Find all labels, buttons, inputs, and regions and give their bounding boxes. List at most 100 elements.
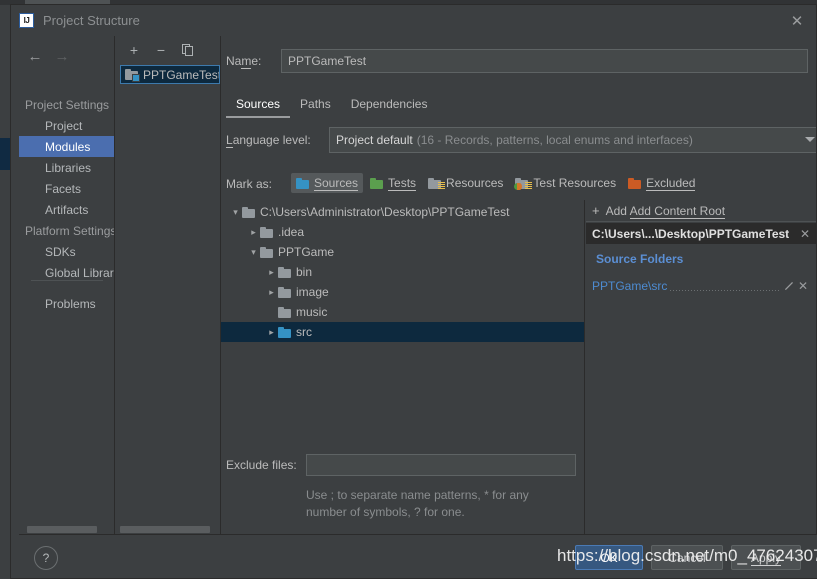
close-icon[interactable]: ✕ (784, 10, 810, 32)
tree-item-label: bin (296, 265, 313, 279)
table-row[interactable]: ▸ src (221, 322, 584, 342)
apply-button[interactable]: Apply (731, 545, 801, 570)
add-content-root-button[interactable]: + Add Add Content Root (586, 200, 816, 222)
close-icon[interactable]: ✕ (800, 227, 810, 241)
chevron-down-icon (805, 137, 815, 142)
sidebar-item-artifacts[interactable]: Artifacts (19, 199, 114, 220)
help-button[interactable]: ? (34, 546, 58, 570)
folder-sources-icon (296, 177, 309, 189)
language-level-select[interactable]: Project default (16 - Records, patterns,… (329, 127, 816, 153)
tab-dependencies[interactable]: Dependencies (341, 92, 438, 118)
close-icon[interactable]: ✕ (796, 279, 810, 293)
table-row[interactable]: ▾ C:\Users\Administrator\Desktop\PPTGame… (221, 202, 584, 222)
mark-as-excluded-label: Excluded (646, 176, 696, 191)
source-folder-path: PPTGame\src (592, 279, 668, 293)
no-chevron-icon: ▸ (265, 302, 278, 322)
folder-icon (260, 226, 273, 238)
module-editor-content: Name: Sources Paths Dependencies Languag… (221, 36, 816, 539)
pencil-icon[interactable] (782, 279, 796, 293)
mark-as-test-resources-button[interactable]: Test Resources (510, 173, 621, 193)
nav-history-controls: ← → (19, 44, 114, 68)
add-content-root-label: Add Content Root (629, 203, 726, 219)
mark-as-sources-button[interactable]: Sources (291, 173, 364, 193)
content-root-path: C:\Users\...\Desktop\PPTGameTest (592, 226, 790, 241)
sidebar-item-project[interactable]: Project (19, 115, 114, 136)
module-list-item-label: PPTGameTest (143, 67, 220, 82)
mark-as-label: Mark as: (226, 177, 273, 191)
settings-navigation-pane: ← → Project Settings Project Modules Lib… (19, 36, 115, 539)
arrow-right-icon[interactable]: → (51, 46, 73, 66)
folder-icon (278, 286, 291, 298)
arrow-left-icon[interactable]: ← (24, 46, 46, 66)
tree-item-label: .idea (278, 225, 305, 239)
table-row[interactable]: ▸ image (221, 282, 584, 302)
sidebar-item-facets[interactable]: Facets (19, 178, 114, 199)
intellij-logo-text: IJ (23, 15, 30, 25)
ok-button[interactable]: OK (575, 545, 643, 570)
chevron-down-icon[interactable]: ▾ (247, 242, 260, 262)
intellij-logo-icon: IJ (19, 13, 34, 28)
exclude-files-input[interactable] (306, 454, 576, 476)
name-input[interactable] (281, 49, 808, 73)
dialog-title: Project Structure (43, 13, 140, 28)
exclude-files-hint: Use ; to separate name patterns, * for a… (306, 488, 529, 519)
mark-as-buttons: Sources Tests Resources Test Resources E… (291, 173, 702, 193)
minus-icon[interactable]: − (151, 40, 171, 60)
cancel-button[interactable]: Cancel (651, 545, 723, 570)
tree-item-label: PPTGame (278, 245, 335, 259)
module-folder-icon (125, 69, 140, 82)
mark-as-tests-button[interactable]: Tests (365, 173, 421, 193)
exclude-files-label: Exclude files: (226, 458, 297, 472)
mark-as-sources-label: Sources (314, 176, 359, 191)
table-row[interactable]: ▸ music (221, 302, 584, 322)
name-row: Name: (221, 49, 816, 73)
chevron-right-icon[interactable]: ▸ (265, 322, 278, 342)
sidebar-item-libraries[interactable]: Libraries (19, 157, 114, 178)
table-row[interactable]: ▸ .idea (221, 222, 584, 242)
plus-icon: + (592, 203, 600, 218)
mark-as-test-resources-label: Test Resources (533, 176, 617, 190)
exclude-files-row: Exclude files: (221, 454, 584, 476)
source-folder-row[interactable]: PPTGame\src ✕ (586, 277, 816, 295)
name-label: Name: (226, 54, 262, 69)
table-row[interactable]: ▸ bin (221, 262, 584, 282)
folder-tests-icon (370, 177, 384, 189)
module-list-item-pptgametest[interactable]: PPTGameTest (120, 65, 220, 84)
sidebar-item-sdks[interactable]: SDKs (19, 241, 114, 262)
source-folders-title: Source Folders (596, 252, 684, 266)
language-level-label: Language level: (226, 133, 311, 148)
tab-paths[interactable]: Paths (290, 92, 341, 118)
sidebar-item-modules[interactable]: Modules (19, 136, 114, 157)
folder-resources-icon (428, 177, 446, 189)
chevron-right-icon[interactable]: ▸ (247, 222, 260, 242)
module-list-pane: + − PPTGameTest (116, 36, 221, 539)
copy-icon[interactable] (178, 40, 198, 60)
tab-sources[interactable]: Sources (226, 92, 291, 118)
chevron-down-icon[interactable]: ▾ (229, 202, 242, 222)
project-structure-dialog: IJ Project Structure ✕ ← → Project Setti… (10, 4, 817, 579)
folder-icon (278, 266, 291, 278)
mark-as-excluded-button[interactable]: Excluded (623, 173, 700, 193)
module-horizontal-scrollbar[interactable] (120, 526, 210, 533)
nav-horizontal-scrollbar[interactable] (27, 526, 97, 533)
chevron-right-icon[interactable]: ▸ (265, 262, 278, 282)
table-row[interactable]: ▾ PPTGame (221, 242, 584, 262)
sidebar-item-problems[interactable]: Problems (19, 293, 114, 314)
plus-icon[interactable]: + (124, 40, 144, 60)
folder-icon (260, 246, 273, 258)
chevron-right-icon[interactable]: ▸ (265, 282, 278, 302)
apply-button-label: Apply (750, 550, 782, 566)
folder-excluded-icon (628, 177, 642, 189)
nav-group-platform-settings: Platform Settings (25, 223, 115, 238)
mark-as-resources-button[interactable]: Resources (423, 173, 508, 193)
nav-group-project-settings: Project Settings (25, 97, 110, 112)
dotted-separator (670, 290, 779, 291)
mark-as-resources-label: Resources (446, 176, 504, 190)
mark-as-tests-label: Tests (388, 176, 417, 191)
tree-item-label: image (296, 285, 329, 299)
language-level-row: Language level: Project default (16 - Re… (221, 127, 816, 154)
folder-test-resources-icon (514, 177, 533, 190)
folder-sources-icon (278, 326, 291, 338)
content-root-tree: ▾ C:\Users\Administrator\Desktop\PPTGame… (221, 200, 585, 539)
folder-icon (278, 306, 291, 318)
